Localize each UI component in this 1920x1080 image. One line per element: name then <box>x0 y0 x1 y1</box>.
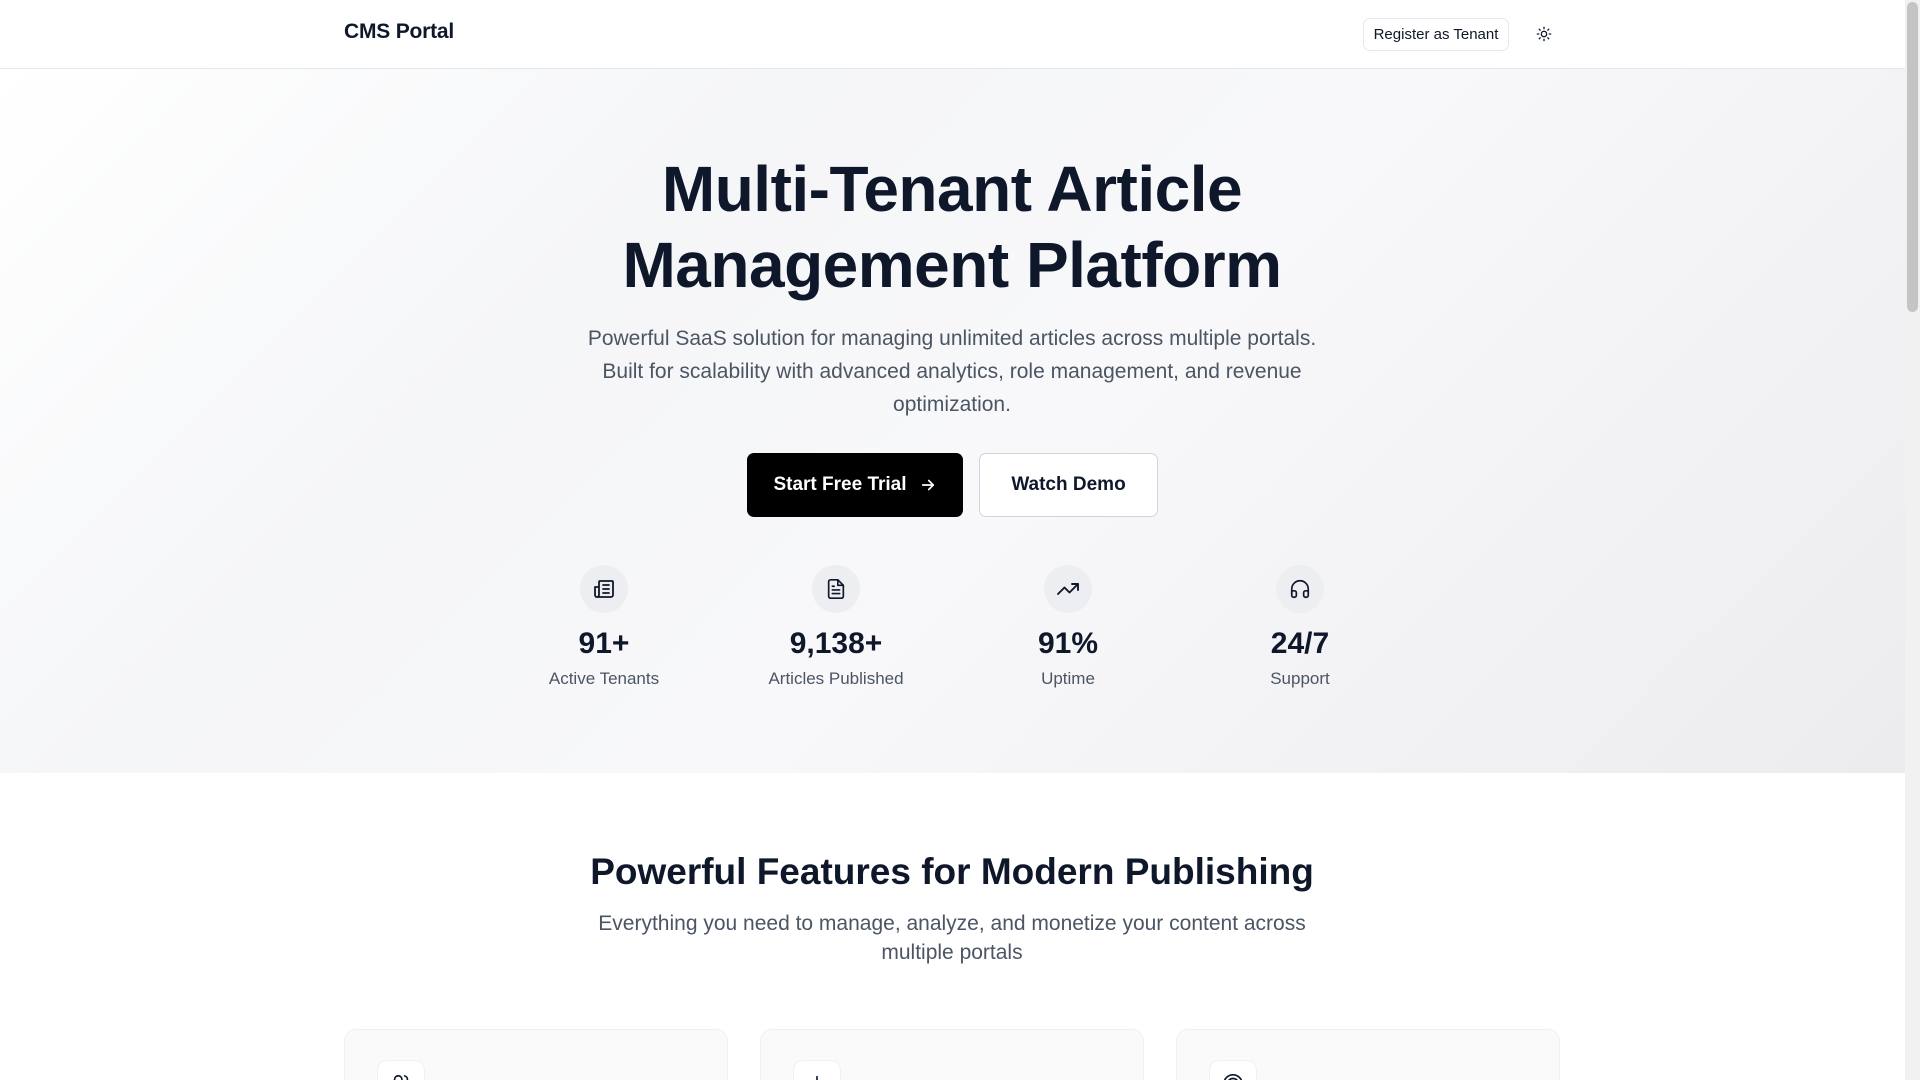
chart-icon <box>793 1060 841 1080</box>
feature-card[interactable] <box>760 1029 1144 1080</box>
page: CMS Portal Register as Tenant Multi-Tena… <box>0 0 1920 1080</box>
hero-title-line-1: Multi-Tenant Article <box>661 153 1243 225</box>
newspaper-icon <box>580 565 628 613</box>
users-icon <box>377 1060 425 1080</box>
hero-subtitle: Powerful SaaS solution for managing unli… <box>587 327 1317 416</box>
features-title: Powerful Features for Modern Publishing <box>590 851 1314 892</box>
stat-label: Active Tenants <box>548 669 660 688</box>
feature-card[interactable] <box>344 1029 728 1080</box>
hero-title: Multi-Tenant Article Management Platform <box>452 151 1452 303</box>
document-icon <box>812 565 860 613</box>
register-as-tenant-button[interactable]: Register as Tenant <box>1363 18 1509 51</box>
features-section: Powerful Features for Modern Publishing … <box>0 773 1905 1080</box>
top-navbar: CMS Portal Register as Tenant <box>0 0 1905 69</box>
stat-label: Uptime <box>1041 669 1095 688</box>
stat-value: 91% <box>1037 627 1099 660</box>
stat-uptime: 91% Uptime <box>968 565 1168 689</box>
feature-card[interactable] <box>1176 1029 1560 1080</box>
sun-icon <box>1536 26 1552 42</box>
stat-value: 24/7 <box>1270 627 1330 660</box>
hero-section: Multi-Tenant Article Management Platform… <box>0 69 1905 773</box>
watch-demo-button[interactable]: Watch Demo <box>979 453 1158 517</box>
stat-label: Articles Published <box>768 669 904 688</box>
scrollbar-thumb[interactable] <box>1907 2 1918 312</box>
stat-articles-published: 9,138+ Articles Published <box>736 565 936 689</box>
arrow-right-icon <box>919 476 937 494</box>
brand-logo-text[interactable]: CMS Portal <box>344 20 454 44</box>
stat-support: 24/7 Support <box>1200 565 1400 689</box>
start-free-trial-label: Start Free Trial <box>773 474 907 495</box>
hero-title-line-2: Management Platform <box>622 229 1282 301</box>
start-free-trial-button[interactable]: Start Free Trial <box>747 453 963 517</box>
theme-toggle-button[interactable] <box>1530 20 1558 48</box>
trending-up-icon <box>1044 565 1092 613</box>
headphones-icon <box>1276 565 1324 613</box>
scroll-area: CMS Portal Register as Tenant Multi-Tena… <box>0 0 1905 1080</box>
stat-value: 91+ <box>578 627 630 660</box>
stat-active-tenants: 91+ Active Tenants <box>504 565 704 689</box>
stat-value: 9,138+ <box>789 627 883 660</box>
stat-label: Support <box>1270 669 1330 688</box>
target-icon <box>1209 1060 1257 1080</box>
features-subtitle: Everything you need to manage, analyze, … <box>598 912 1306 964</box>
